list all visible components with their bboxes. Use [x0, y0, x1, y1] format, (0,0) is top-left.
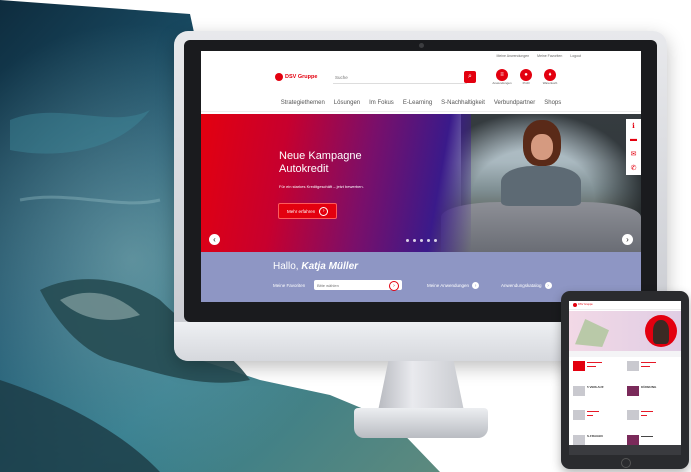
greeting-hello: Hallo,: [273, 261, 299, 272]
tablet-subnav: [569, 351, 681, 357]
carousel-dots: [406, 239, 437, 242]
tablet-card[interactable]: ▬▬▬▬ ▬▬: [573, 409, 623, 431]
search-button[interactable]: ⌕: [464, 71, 476, 83]
cart-icon: ♦: [544, 69, 556, 81]
utility-link-applications[interactable]: Meine Anwendungen: [496, 54, 529, 58]
hero-banner: Neue Kampagne Autokredit Für ein starkes…: [201, 114, 641, 252]
tablet-avatar-person: [653, 320, 669, 344]
phone-icon[interactable]: ✆: [631, 164, 637, 172]
my-applications-link[interactable]: Meine Anwendungen ›: [427, 282, 480, 289]
hero-title-line-2: Autokredit: [279, 163, 329, 175]
hero-title: Neue Kampagne Autokredit: [279, 150, 399, 176]
header-cart-label: Warenkorb: [542, 81, 558, 85]
carousel-dot[interactable]: [413, 239, 416, 242]
tablet-logo-icon: [573, 303, 577, 307]
tablet-content-grid: ▬▬▬▬▬ ▬▬▬ ▬▬▬▬▬ ▬▬▬ 5 VERLAUF KÜRBUNG ▬▬▬▬…: [573, 360, 677, 455]
monitor-stand: [378, 361, 464, 411]
nav-item-strategiethemen[interactable]: Strategiethemen: [281, 100, 325, 106]
my-applications-label: Meine Anwendungen: [427, 283, 470, 288]
mail-icon[interactable]: ✉: [631, 150, 637, 158]
search-icon: ⌕: [468, 73, 472, 80]
tablet-card[interactable]: 5 VERLAUF: [573, 384, 623, 407]
header-applications[interactable]: ≡ Anwendungen: [489, 69, 515, 85]
hero-subtitle: Für ein starkes Kreditgeschäft – jetzt b…: [279, 184, 364, 189]
tablet-home-button[interactable]: [621, 458, 631, 468]
tablet-footer: [569, 445, 681, 455]
tablet-screen: DSV Gruppe ▬▬▬▬▬ ▬▬▬ ▬▬▬▬▬ ▬▬▬ 5 VERLAUF K…: [569, 301, 681, 455]
greeting-text: Hallo, Katja Müller: [273, 261, 358, 272]
chevron-right-icon: ›: [626, 234, 629, 244]
woman-figure: [501, 166, 581, 206]
arrow-right-icon: ›: [319, 206, 329, 216]
utility-bar: Meine Anwendungen Meine Favoriten Logout: [201, 51, 641, 61]
header-profile[interactable]: ● Profil: [513, 69, 539, 85]
tablet-logo: DSV Gruppe: [578, 303, 593, 306]
header-profile-label: Profil: [522, 81, 530, 85]
carousel-dot[interactable]: [406, 239, 409, 242]
tablet-card[interactable]: ▬▬▬▬ ▬▬: [627, 409, 677, 431]
arrow-right-icon: ›: [472, 282, 480, 289]
tablet-card[interactable]: ▬▬▬▬▬ ▬▬▬: [627, 360, 677, 382]
main-nav: Strategiethemen Lösungen Im Fokus E-Lear…: [201, 95, 641, 112]
utility-link-favorites[interactable]: Meine Favoriten: [537, 54, 562, 58]
chevron-left-icon: ‹: [213, 234, 216, 244]
user-name: Katja Müller: [301, 261, 359, 272]
nav-item-loesungen[interactable]: Lösungen: [334, 100, 360, 106]
tablet-badge-c: KÜRBUNG: [641, 384, 657, 389]
hero-cta-button[interactable]: Mehr erfahren ›: [278, 203, 338, 219]
website-screen: Meine Anwendungen Meine Favoriten Logout…: [201, 51, 641, 302]
nav-item-e-learning[interactable]: E-Learning: [403, 100, 432, 106]
header-applications-label: Anwendungen: [492, 81, 512, 85]
utility-link-logout[interactable]: Logout: [570, 54, 581, 58]
logo[interactable]: DSV Gruppe: [285, 73, 317, 81]
contact-side-rail: ℹ ▬ ✉ ✆: [626, 119, 641, 175]
hero-gradient: [201, 114, 471, 252]
hero-cta-label: Mehr erfahren: [287, 208, 316, 214]
hero-title-line-1: Neue Kampagne: [279, 150, 362, 162]
tablet-header: DSV Gruppe: [569, 301, 681, 310]
application-catalog-label: Anwendungskatalog: [501, 283, 542, 288]
tablet-card[interactable]: ▬▬▬▬▬ ▬▬▬: [573, 360, 623, 382]
favorites-go-button[interactable]: ›: [389, 281, 399, 291]
tablet-card[interactable]: KÜRBUNG: [627, 384, 677, 407]
arrow-right-icon: ›: [544, 282, 552, 289]
nav-item-nachhaltigkeit[interactable]: S-Nachhaltigkeit: [441, 100, 485, 106]
logo-icon[interactable]: [275, 73, 283, 81]
monitor-foot: [354, 408, 488, 438]
carousel-dot[interactable]: [434, 239, 437, 242]
info-icon[interactable]: ℹ: [632, 122, 635, 130]
arrow-right-icon: ›: [393, 283, 395, 289]
nav-item-shops[interactable]: Shops: [544, 100, 561, 106]
woman-face: [531, 134, 553, 160]
carousel-dot[interactable]: [420, 239, 423, 242]
header-cart[interactable]: ♦ Warenkorb: [537, 69, 563, 85]
carousel-next-button[interactable]: ›: [622, 234, 633, 245]
chat-icon[interactable]: ▬: [630, 136, 637, 143]
blanket: [441, 202, 641, 252]
nav-item-im-fokus[interactable]: Im Fokus: [369, 100, 394, 106]
search-input[interactable]: [333, 71, 467, 84]
favorites-label: Meine Favoriten: [273, 283, 306, 288]
carousel-dot[interactable]: [427, 239, 430, 242]
camera-dot: [419, 43, 424, 48]
user-icon: ●: [520, 69, 532, 81]
tablet-badge-a: 5 VERLAUF: [587, 384, 604, 389]
carousel-prev-button[interactable]: ‹: [209, 234, 220, 245]
application-catalog-link[interactable]: Anwendungskatalog ›: [501, 282, 552, 289]
list-icon: ≡: [496, 69, 508, 81]
nav-item-verbundpartner[interactable]: Verbundpartner: [494, 100, 535, 106]
